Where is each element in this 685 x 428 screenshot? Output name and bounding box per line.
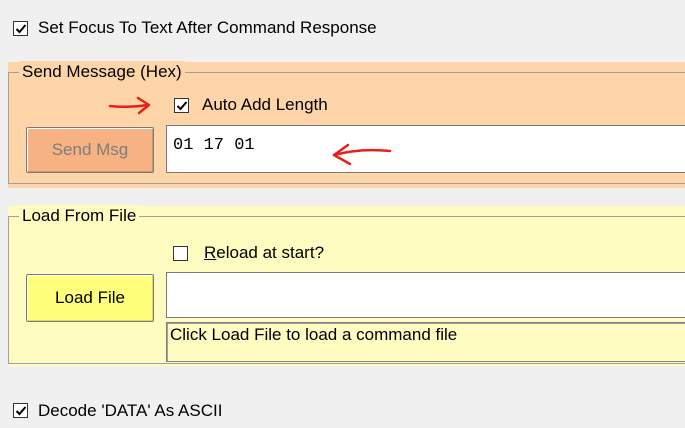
- checkmark-icon: [15, 405, 26, 415]
- reload-label-rest: eload at start?: [216, 243, 325, 262]
- file-path-input[interactable]: [166, 272, 685, 318]
- auto-add-length-checkbox[interactable]: [174, 98, 189, 113]
- hex-message-input[interactable]: 01 17 01: [166, 125, 685, 173]
- annotation-arrow-right-icon: [108, 96, 151, 115]
- load-status-text: Click Load File to load a command file: [170, 325, 458, 344]
- send-msg-button-label: Send Msg: [51, 140, 129, 159]
- load-from-file-group-label: Load From File: [19, 205, 140, 227]
- reload-accelerator-key: R: [204, 243, 217, 262]
- send-message-panel: Send Message (Hex) Auto Add Length Send …: [8, 61, 685, 188]
- set-focus-checkbox[interactable]: [13, 21, 28, 36]
- hex-message-value: 01 17 01: [173, 136, 255, 155]
- checkmark-icon: [176, 100, 187, 110]
- decode-ascii-checkbox[interactable]: [13, 403, 28, 418]
- send-msg-button[interactable]: Send Msg: [26, 127, 154, 173]
- load-file-button[interactable]: Load File: [26, 274, 154, 322]
- send-message-group-label: Send Message (Hex): [19, 61, 185, 83]
- decode-ascii-label: Decode 'DATA' As ASCII: [38, 401, 223, 420]
- annotation-arrow-left-icon: [332, 143, 392, 166]
- load-file-button-label: Load File: [55, 288, 125, 307]
- reload-at-start-checkbox[interactable]: [173, 246, 188, 261]
- load-from-file-panel: Load From File Reload at start? Load Fil…: [8, 205, 685, 366]
- set-focus-label: Set Focus To Text After Command Response: [38, 18, 377, 37]
- auto-add-length-label: Auto Add Length: [202, 95, 328, 114]
- checkmark-icon: [15, 23, 26, 33]
- reload-at-start-label: Reload at start?: [204, 243, 324, 263]
- load-status-box: Click Load File to load a command file: [166, 322, 685, 362]
